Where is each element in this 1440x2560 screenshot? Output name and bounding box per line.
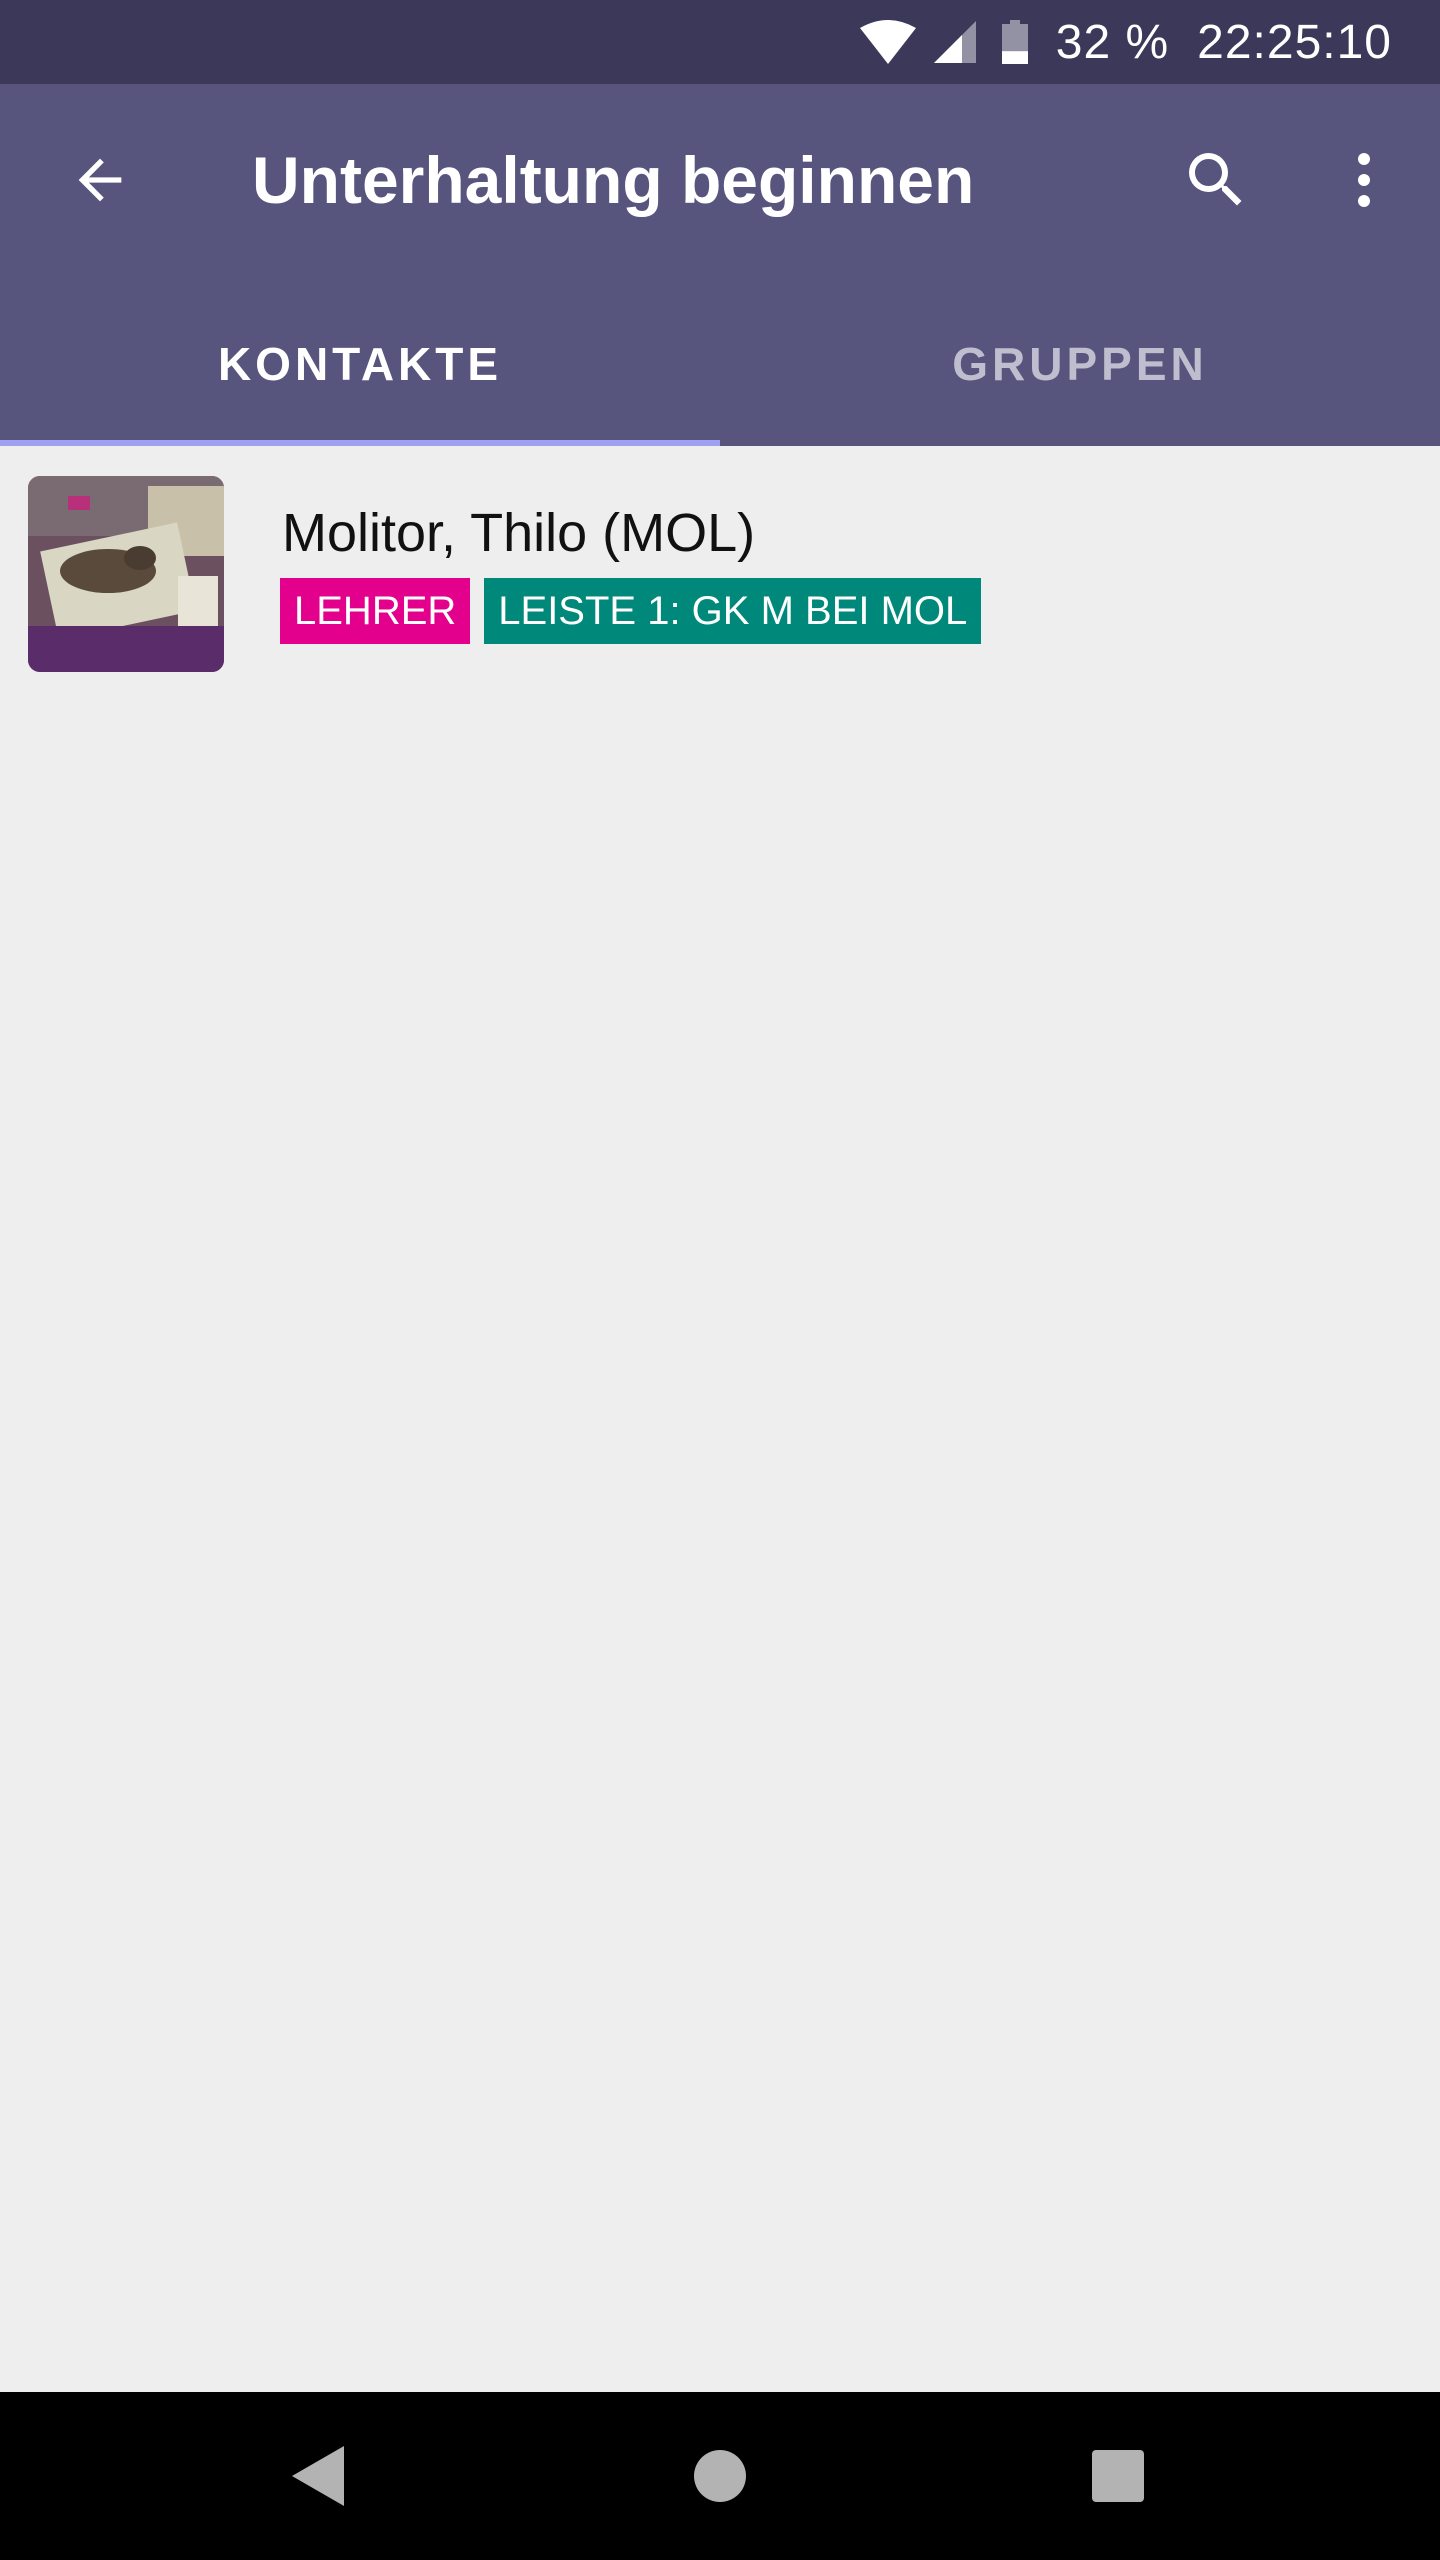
avatar (28, 476, 224, 672)
tab-label: GRUPPEN (952, 338, 1208, 390)
course-badge: LEISTE 1: GK M BEI MOL (484, 578, 982, 644)
nav-back-button[interactable] (268, 2426, 368, 2526)
badge-group: LEHRER LEISTE 1: GK M BEI MOL (280, 578, 995, 644)
cell-signal-icon (933, 21, 976, 63)
battery-percentage: 32 % (1055, 15, 1170, 69)
search-icon (1189, 153, 1242, 206)
battery-icon (1001, 20, 1028, 64)
tab-bar: KONTAKTE GRUPPEN (0, 282, 1440, 446)
wifi-icon (859, 20, 916, 64)
nav-recents-button[interactable] (1068, 2426, 1168, 2526)
nav-home-icon (694, 2450, 746, 2502)
toolbar: Unterhaltung beginnen (0, 84, 1440, 282)
clock: 22:25:10 (1197, 15, 1392, 69)
back-arrow-icon (78, 158, 122, 202)
nav-recents-icon (1092, 2450, 1144, 2502)
more-vert-icon (1358, 153, 1370, 207)
navigation-bar (0, 2392, 1440, 2560)
screen: 32 % 22:25:10 Unterhaltung beginnen KONT… (0, 0, 1440, 2560)
overflow-menu-button[interactable] (1316, 132, 1412, 228)
tab-gruppen[interactable]: GRUPPEN (720, 282, 1440, 446)
tab-kontakte[interactable]: KONTAKTE (0, 282, 720, 446)
search-button[interactable] (1168, 132, 1264, 228)
tab-label: KONTAKTE (217, 338, 503, 390)
status-bar: 32 % 22:25:10 (0, 0, 1440, 84)
back-button[interactable] (52, 132, 148, 228)
contact-list: Molitor, Thilo (MOL) LEHRER LEISTE 1: GK… (0, 446, 1440, 696)
app-bar: Unterhaltung beginnen KONTAKTE GRUPPEN (0, 84, 1440, 446)
nav-home-button[interactable] (670, 2426, 770, 2526)
role-badge: LEHRER (280, 578, 471, 644)
contact-name: Molitor, Thilo (MOL) (282, 503, 756, 563)
page-title: Unterhaltung beginnen (252, 143, 975, 217)
list-item[interactable]: Molitor, Thilo (MOL) LEHRER LEISTE 1: GK… (0, 446, 1440, 696)
nav-back-icon (292, 2446, 344, 2506)
